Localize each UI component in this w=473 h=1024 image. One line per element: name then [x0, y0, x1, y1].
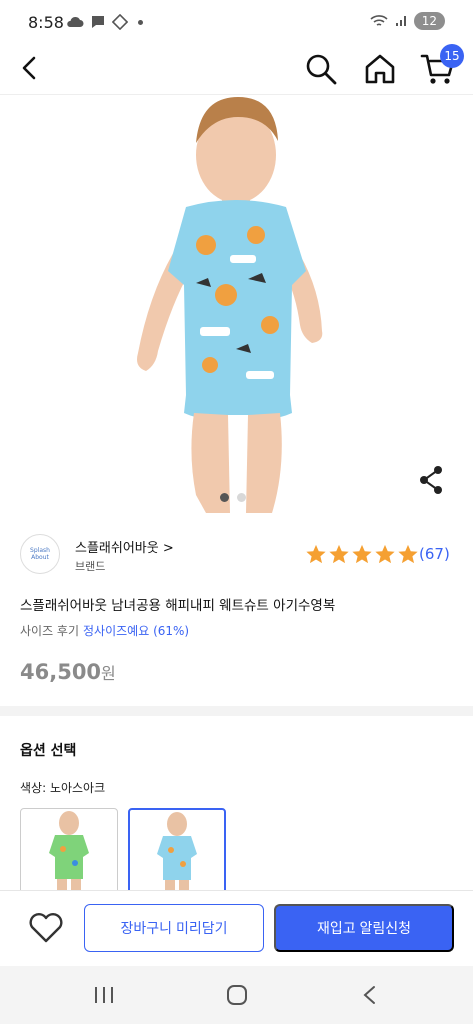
rotate-icon: [112, 14, 128, 30]
cart-count-badge: 15: [440, 44, 464, 68]
option-section-title: 옵션 선택: [20, 743, 77, 759]
section-divider: [0, 706, 473, 716]
cloud-icon: [67, 16, 84, 27]
add-to-cart-button[interactable]: 장바구니 미리담기: [84, 904, 264, 952]
color-swatch-option-1[interactable]: [20, 808, 118, 894]
heart-icon[interactable]: [28, 912, 64, 944]
restock-alert-button[interactable]: 재입고 알림신청: [274, 904, 454, 952]
star-icon: [352, 544, 372, 564]
share-icon[interactable]: [418, 465, 446, 495]
message-icon: [92, 16, 104, 28]
carousel-dot-2[interactable]: [237, 493, 246, 502]
back-arrow-icon[interactable]: [16, 54, 44, 82]
product-title: 스플래쉬어바웃 남녀공용 해피내피 웨트슈트 아기수영복: [20, 598, 336, 614]
color-swatch-option-2-selected[interactable]: [128, 808, 226, 894]
signal-icon: [395, 16, 406, 26]
app-header: [0, 44, 473, 94]
star-icon: [306, 544, 326, 564]
star-icon: [375, 544, 395, 564]
wifi-icon: [370, 15, 388, 26]
swatch-thumbnail: [49, 811, 89, 893]
size-fit-value: 정사이즈예요 (61%): [83, 624, 190, 638]
search-icon[interactable]: [304, 52, 338, 86]
status-right: 12: [370, 12, 445, 30]
brand-sub-label: 브랜드: [75, 560, 106, 573]
carousel-dot-1[interactable]: [220, 493, 229, 502]
more-dot-icon: [138, 19, 143, 25]
swatch-thumbnail: [157, 812, 197, 892]
price-value: 46,500: [20, 660, 102, 684]
size-review[interactable]: 사이즈 후기 정사이즈예요 (61%): [20, 622, 189, 639]
battery-badge: 12: [413, 12, 445, 30]
carousel-dots: [220, 493, 246, 502]
recent-apps-icon[interactable]: [92, 984, 116, 1006]
status-bar: 8:58 12: [0, 0, 473, 44]
home-icon[interactable]: [363, 52, 397, 86]
color-option-label: 색상: 노아스아크: [20, 781, 106, 795]
size-review-label: 사이즈 후기: [20, 624, 80, 638]
product-photo: [137, 97, 323, 513]
product-price: 46,500원: [20, 660, 116, 684]
status-notifications: [66, 14, 143, 30]
brand-name-link[interactable]: 스플래쉬어바웃 >: [75, 537, 174, 556]
price-currency: 원: [101, 664, 116, 683]
home-nav-icon[interactable]: [226, 984, 248, 1006]
status-time: 8:58: [28, 13, 64, 32]
review-count-link[interactable]: (67): [419, 545, 450, 563]
back-nav-icon[interactable]: [360, 984, 380, 1006]
rating-stars: [305, 543, 419, 565]
product-image[interactable]: [0, 95, 473, 515]
brand-logo-text: Splash About: [30, 547, 50, 561]
star-icon: [329, 544, 349, 564]
brand-logo[interactable]: Splash About: [20, 534, 60, 574]
star-icon: [398, 544, 418, 564]
